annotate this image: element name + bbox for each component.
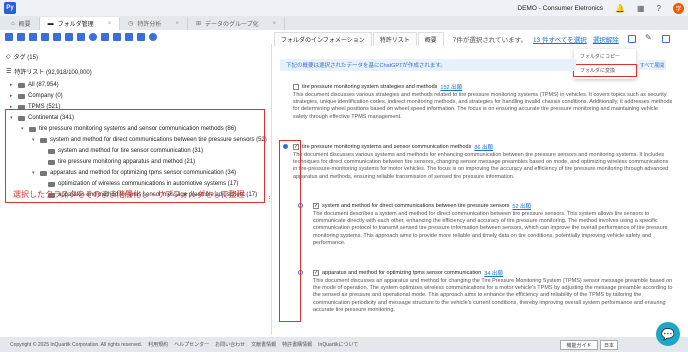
footer-link[interactable]: お問い合わせ <box>215 341 245 348</box>
refresh-icon[interactable] <box>149 33 157 41</box>
avatar[interactable]: 学 <box>673 2 684 14</box>
highlight-box <box>279 140 301 322</box>
new-folder-icon[interactable] <box>5 33 13 41</box>
export-icon[interactable] <box>113 33 121 41</box>
annotation-text: 選択したクラスタをそのまま階層化し・サブフォルダとして整理 <box>13 190 245 199</box>
card-description: This document discusses an apparatus and… <box>313 278 673 313</box>
folder-icon <box>18 93 25 99</box>
card-checkbox[interactable] <box>293 84 299 90</box>
folder-action-icon[interactable] <box>628 35 636 43</box>
card-count-link[interactable]: 152 出願 <box>440 83 462 91</box>
tab-folder-info[interactable]: フォルダのインフォメーション <box>274 32 372 46</box>
chart-icon: ◷ <box>128 21 134 27</box>
workspace-selector[interactable]: DEMO - Consumer Eletronics <box>517 5 603 12</box>
card-checkbox[interactable]: ✓ <box>313 270 319 276</box>
info-banner: 下記の概要は選択されたデータを基にChatGPTが作成されます。 <box>280 59 576 71</box>
tab-folder-management[interactable]: ▬ フォルダ管理 × <box>39 17 121 30</box>
edit-icon[interactable] <box>65 33 73 41</box>
copy-to-folder-item[interactable]: フォルダにコピー <box>580 53 620 60</box>
pane-resize-handle[interactable]: ⋮ <box>266 195 273 203</box>
summary-card: tire pressure monitoring system strategi… <box>283 80 673 130</box>
app-logo[interactable]: Py <box>4 2 16 14</box>
main-tabs: ⌂ 概要 ▬ フォルダ管理 × ◷ 特許分析 × ⊞ データのグループ化 × <box>0 16 688 30</box>
home-icon: ⌂ <box>11 20 15 27</box>
right-tabs: フォルダのインフォメーション 特許リスト 概要 7件が選択されています。 13 … <box>274 32 688 46</box>
tree-icon[interactable] <box>101 33 109 41</box>
highlight-box <box>573 64 637 77</box>
summary-card: ✓ system and method for direct communica… <box>283 199 673 259</box>
folder-icon <box>18 82 25 88</box>
check-icon[interactable] <box>137 33 145 41</box>
tags-item[interactable]: ◇ タグ (15) <box>6 52 38 61</box>
feature-guide-button[interactable]: 機能ガイド <box>560 340 598 350</box>
card-count-link[interactable]: 86 出願 <box>474 143 493 151</box>
card-checkbox[interactable]: ✓ <box>313 203 319 209</box>
copyright-text: Copyright © 2025 InQuartik Corporation. … <box>10 341 143 348</box>
tab-patent-analysis[interactable]: ◷ 特許分析 × <box>120 17 188 30</box>
tree-node-all[interactable]: ▸ All (87,954) <box>10 82 59 88</box>
merge-icon[interactable] <box>77 33 85 41</box>
tab-data-grouping[interactable]: ⊞ データのグループ化 × <box>188 17 286 30</box>
summary-card: ✓ apparatus and method for optimizing tp… <box>283 266 673 326</box>
card-title: tire pressure monitoring systems and sen… <box>302 144 472 150</box>
card-count-link[interactable]: 52 出願 <box>512 202 531 210</box>
language-button[interactable]: 日本 <box>600 340 618 350</box>
close-icon[interactable]: × <box>273 21 277 27</box>
footer-link[interactable]: 文献書情報 <box>251 341 276 348</box>
card-count-link[interactable]: 34 出願 <box>484 269 503 277</box>
split-view-icon[interactable] <box>662 35 670 43</box>
close-icon[interactable]: × <box>108 21 112 27</box>
apps-grid-icon[interactable]: ▦ <box>637 4 645 13</box>
delete-folder-icon[interactable] <box>53 33 61 41</box>
list-icon: ☰ <box>6 69 12 75</box>
folder-toolbar <box>0 30 272 44</box>
top-bar: Py DEMO - Consumer Eletronics 🔔 ▦ ? 学 <box>0 0 688 16</box>
folder-icon: ▬ <box>47 20 54 27</box>
footer-link[interactable]: InQuartikについて <box>318 341 358 348</box>
footer-link[interactable]: 特許書購情報 <box>282 341 312 348</box>
card-description: The document describes a system and meth… <box>313 211 668 246</box>
tab-summary[interactable]: 概要 <box>417 32 444 46</box>
tab-overview[interactable]: ⌂ 概要 <box>3 17 40 30</box>
card-description: The document discusses various systems a… <box>293 152 669 180</box>
close-icon[interactable]: × <box>175 21 179 27</box>
tag-icon: ◇ <box>6 54 11 60</box>
tree-node-company[interactable]: ▸ Company (0) <box>10 93 63 99</box>
footer-link[interactable]: 利用規約 <box>148 341 168 348</box>
bell-icon[interactable]: 🔔 <box>615 4 625 13</box>
expand-all-button[interactable]: すべて展開 <box>638 60 666 70</box>
add-folder-icon[interactable] <box>17 33 25 41</box>
move-folder-icon[interactable] <box>29 33 37 41</box>
footer-link[interactable]: ヘルプセンター <box>174 341 209 348</box>
card-title: tire pressure monitoring system strategi… <box>302 84 438 90</box>
chat-icon[interactable]: 💬 <box>656 322 680 346</box>
duplicate-icon[interactable] <box>125 33 133 41</box>
group-icon: ⊞ <box>195 21 201 27</box>
tab-patent-list[interactable]: 特許リスト <box>372 32 417 46</box>
card-title: apparatus and method for optimizing tpms… <box>322 270 482 276</box>
select-all-link[interactable]: 13 件すべてを選択 <box>533 34 587 44</box>
summary-card: ✓ tire pressure monitoring systems and s… <box>283 140 673 192</box>
copy-folder-icon[interactable] <box>41 33 49 41</box>
card-title: system and method for direct communicati… <box>322 203 510 209</box>
selection-count: 7件が選択されています。 <box>452 37 528 44</box>
clear-selection-link[interactable]: 選択解除 <box>593 34 619 44</box>
help-icon[interactable]: ? <box>657 4 661 13</box>
card-description: This document discusses various strategi… <box>293 92 673 120</box>
patent-list-item[interactable]: ☰ 特許リスト (92,918/100,000) <box>6 67 92 76</box>
edit-icon[interactable]: ✎ <box>645 33 653 42</box>
share-icon[interactable] <box>89 33 97 41</box>
